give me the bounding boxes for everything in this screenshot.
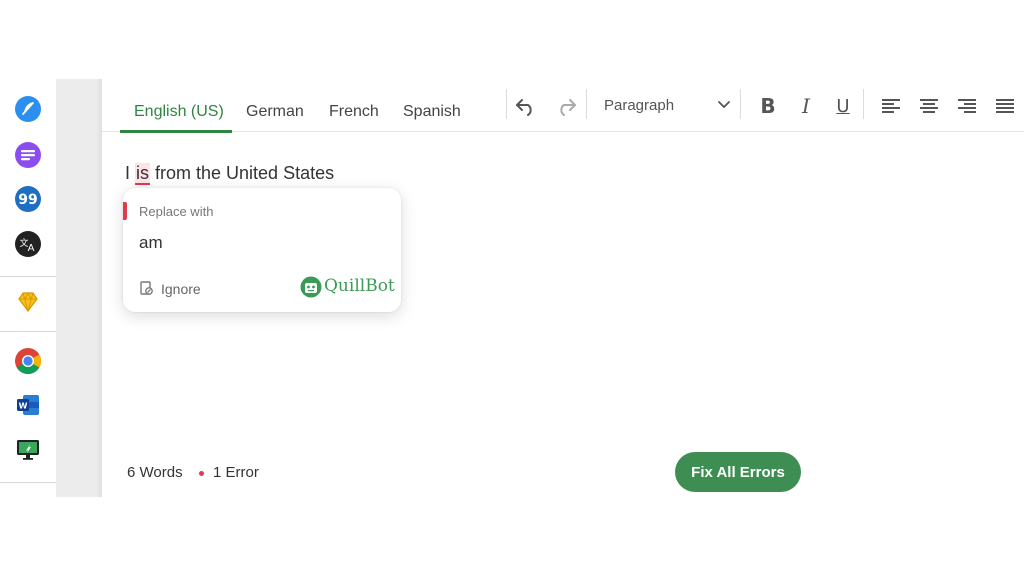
word-icon[interactable]: W	[14, 391, 42, 419]
ignore-button[interactable]: Ignore	[161, 281, 201, 297]
error-marker	[123, 202, 127, 220]
quillbot-logo-icon	[300, 276, 322, 303]
desktop-app-icon[interactable]	[14, 435, 42, 463]
error-word-highlight[interactable]: is	[135, 163, 151, 185]
premium-diamond-icon[interactable]	[14, 288, 42, 316]
rail-gap	[56, 79, 102, 497]
toolbar-divider	[586, 89, 587, 119]
citation-quote-icon[interactable]: 99	[14, 185, 42, 213]
text-segment: from the United States	[150, 163, 335, 183]
align-right-icon[interactable]	[955, 95, 979, 117]
error-dot	[199, 471, 204, 476]
replacement-suggestion[interactable]: am	[139, 233, 163, 253]
document-text[interactable]: I is from the United States	[125, 163, 335, 185]
italic-icon[interactable]: I	[794, 94, 818, 118]
editor-toolbar: English (US) German French Spanish Parag…	[102, 79, 1024, 133]
toolbar-divider	[863, 89, 864, 119]
quillbot-brand: QuillBot	[324, 276, 395, 296]
rail-divider	[0, 482, 56, 483]
align-left-icon[interactable]	[879, 95, 903, 117]
tab-english-us[interactable]: English (US)	[134, 103, 224, 121]
grammar-editor: English (US) German French Spanish Parag…	[102, 79, 1024, 497]
redo-icon[interactable]	[554, 95, 578, 117]
svg-text:W: W	[19, 402, 28, 411]
tab-spanish[interactable]: Spanish	[403, 103, 461, 121]
error-count: 1 Error	[213, 464, 259, 481]
align-justify-icon[interactable]	[993, 95, 1017, 117]
rail-divider	[0, 331, 56, 332]
summarizer-icon[interactable]	[14, 141, 42, 169]
word-count: 6 Words	[127, 464, 183, 481]
chrome-icon[interactable]	[14, 347, 42, 375]
toolbar-divider	[740, 89, 741, 119]
quill-pen-icon[interactable]	[14, 95, 42, 123]
fix-all-errors-button[interactable]: Fix All Errors	[675, 452, 801, 492]
underline-icon[interactable]: U	[831, 95, 855, 117]
tab-german[interactable]: German	[246, 103, 304, 121]
rail-divider	[0, 276, 56, 277]
toolbar-divider	[506, 89, 507, 119]
translate-icon[interactable]: 文A	[14, 230, 42, 258]
svg-text:99: 99	[18, 192, 37, 208]
bold-icon[interactable]: B	[756, 94, 780, 118]
undo-icon[interactable]	[514, 95, 538, 117]
paragraph-style-select[interactable]: Paragraph	[604, 97, 674, 114]
text-segment: I	[125, 163, 136, 183]
align-center-icon[interactable]	[917, 95, 941, 117]
chevron-down-icon[interactable]	[716, 97, 732, 118]
svg-text:A: A	[28, 243, 35, 254]
app-rail: 99 文A W	[0, 79, 56, 497]
ignore-icon[interactable]	[138, 280, 154, 301]
tab-french[interactable]: French	[329, 103, 379, 121]
suggestion-popup: Replace with am Ignore QuillBot	[123, 188, 401, 312]
popup-title: Replace with	[139, 204, 214, 219]
active-tab-indicator	[120, 130, 232, 133]
